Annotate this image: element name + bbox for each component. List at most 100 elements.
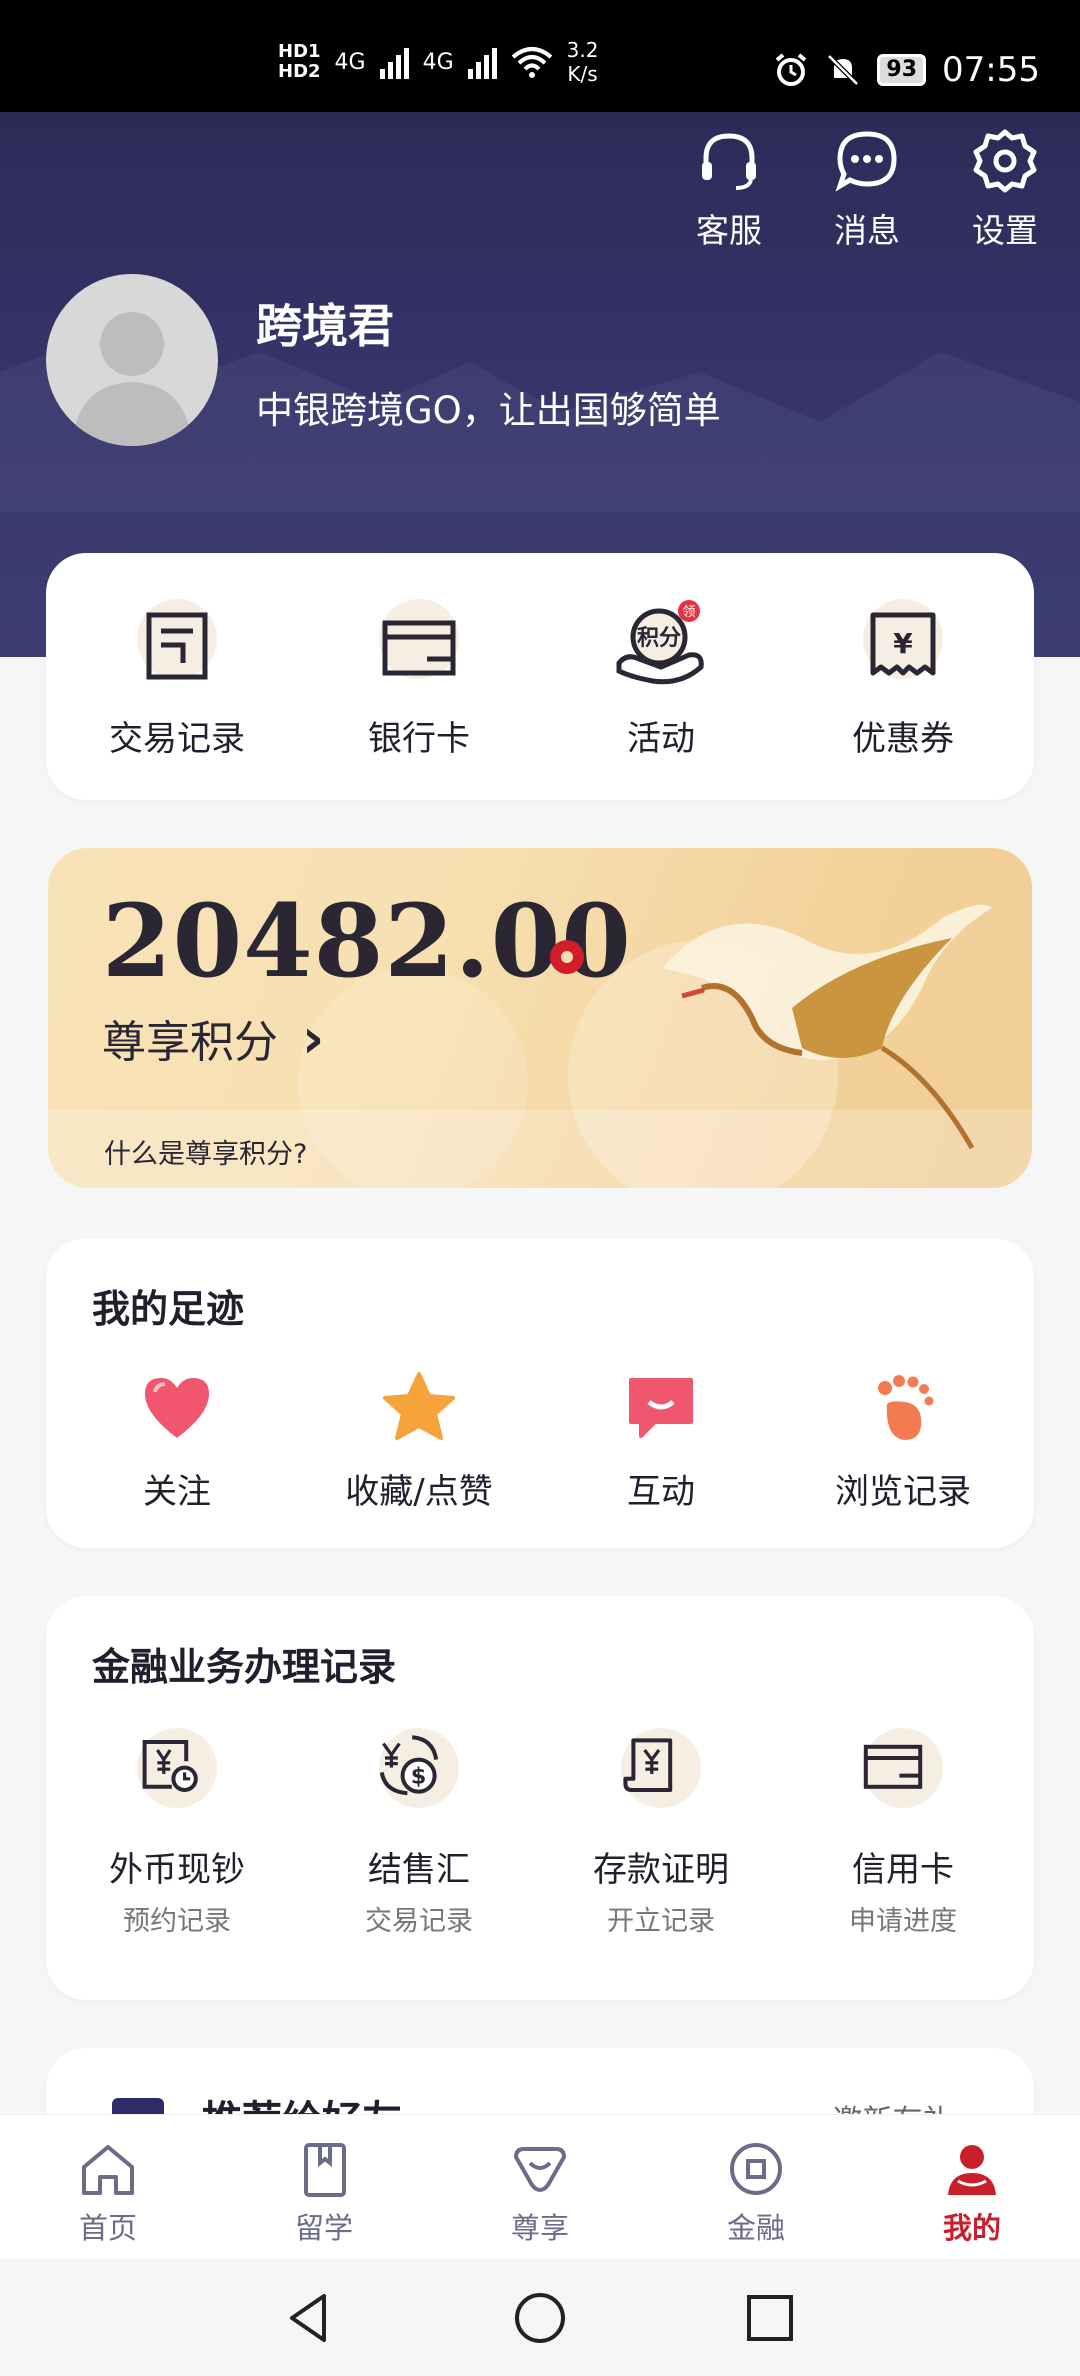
- footprints-card: 我的足迹 关注 收藏/点赞 互动 浏览记录: [46, 1238, 1034, 1548]
- deposit-certificate-entry[interactable]: 存款证明 开立记录: [546, 1726, 776, 1938]
- footprints-row: 关注 收藏/点赞 互动 浏览记录: [46, 1368, 1034, 1513]
- settings-label: 设置: [972, 211, 1038, 250]
- quick-entries-card: 交易记录 银行卡 积分领 活动 ¥ 优惠券: [46, 553, 1034, 800]
- wallet-icon: [369, 597, 469, 697]
- hd1-label: HD1: [278, 41, 321, 62]
- crane-illustration: [662, 904, 992, 1150]
- credit-card-entry[interactable]: 信用卡 申请进度: [788, 1726, 1018, 1938]
- finance-records-card: 金融业务办理记录 外币现钞 预约记录 $ 结售汇 交易记录 存款证明 开立记录: [46, 1596, 1034, 2000]
- username: 跨境君: [256, 299, 394, 353]
- status-right: 93 07:55: [773, 50, 1040, 90]
- home-icon: [82, 2145, 134, 2195]
- transaction-records-label: 交易记录: [109, 719, 245, 759]
- cash-clock-icon: [127, 1726, 227, 1826]
- header-actions: 客服 消息 设置: [680, 126, 1054, 252]
- activity-label: 活动: [627, 719, 695, 759]
- nav-home[interactable]: 首页: [0, 2115, 216, 2258]
- transaction-records-entry[interactable]: 交易记录: [62, 553, 292, 800]
- bank-card-entry[interactable]: 银行卡: [304, 553, 534, 800]
- settings-button[interactable]: 设置: [956, 126, 1054, 252]
- cash-reservation-entry[interactable]: 外币现钞 预约记录: [62, 1726, 292, 1938]
- slogan: 中银跨境GO，让出国够简单: [256, 389, 721, 432]
- customer-service-button[interactable]: 客服: [680, 126, 778, 252]
- nav-home-label: 首页: [78, 2211, 137, 2245]
- crown-icon: [514, 2147, 566, 2192]
- history-label: 浏览记录: [835, 1472, 971, 1512]
- chevron-right-icon: ›: [302, 1006, 325, 1070]
- network-type-2: 4G: [422, 49, 454, 75]
- wifi-icon: [511, 47, 552, 78]
- credit-card-label: 信用卡: [852, 1850, 954, 1890]
- message-icon: [629, 1378, 693, 1438]
- battery-indicator: 93: [877, 54, 927, 86]
- clock: 07:55: [942, 50, 1040, 90]
- system-navigation-bar: [0, 2258, 1080, 2376]
- exchange-entry[interactable]: $ 结售汇 交易记录: [304, 1726, 534, 1938]
- back-icon[interactable]: [280, 2288, 340, 2348]
- signal-icon-2: [467, 45, 497, 79]
- network-type-1: 4G: [334, 49, 366, 75]
- mute-icon: [827, 54, 860, 86]
- deposit-certificate-sub: 开立记录: [607, 1906, 715, 1937]
- exchange-icon: $: [369, 1726, 469, 1826]
- avatar[interactable]: [46, 274, 218, 446]
- coupon-icon: ¥: [853, 597, 953, 697]
- customer-service-label: 客服: [696, 211, 762, 250]
- points-icon: 积分领: [611, 597, 711, 697]
- points-help-link[interactable]: 什么是尊享积分?: [104, 1132, 307, 1171]
- hd2-label: HD2: [278, 61, 321, 82]
- footprints-title: 我的足迹: [92, 1286, 245, 1331]
- coupon-label: 优惠券: [852, 719, 954, 759]
- nav-mine-label: 我的: [942, 2211, 1001, 2245]
- svg-text:$: $: [411, 1764, 427, 1790]
- points-card[interactable]: 20482.00 尊享积分 › 什么是尊享积分?: [48, 848, 1032, 1188]
- follow-label: 关注: [143, 1472, 211, 1512]
- nav-finance-label: 金融: [726, 2211, 785, 2245]
- nav-study-abroad-label: 留学: [294, 2211, 353, 2245]
- network-speed: 3.2 K/s: [567, 38, 599, 86]
- signal-icon: [379, 45, 409, 79]
- deposit-certificate-icon: [611, 1726, 711, 1826]
- chat-icon: [835, 131, 897, 192]
- nav-privilege-label: 尊享: [510, 2211, 569, 2245]
- home-circle-icon[interactable]: [510, 2288, 570, 2348]
- default-avatar-icon: [72, 312, 192, 446]
- finance-title: 金融业务办理记录: [92, 1644, 397, 1689]
- deposit-certificate-label: 存款证明: [593, 1850, 729, 1890]
- finance-row: 外币现钞 预约记录 $ 结售汇 交易记录 存款证明 开立记录 信用卡 申请进度: [46, 1726, 1034, 1938]
- nav-mine[interactable]: 我的: [864, 2115, 1080, 2258]
- user-icon: [948, 2145, 996, 2195]
- speed-unit: K/s: [567, 62, 598, 86]
- hd-indicator: HD1 HD2: [278, 42, 321, 82]
- favorites-entry[interactable]: 收藏/点赞: [304, 1368, 534, 1513]
- bottom-navigation: 首页 留学 尊享 金融 我的: [0, 2114, 1080, 2258]
- activity-badge: 领: [682, 605, 695, 620]
- interaction-entry[interactable]: 互动: [546, 1368, 776, 1513]
- gear-icon: [973, 129, 1037, 193]
- nav-privilege[interactable]: 尊享: [432, 2115, 648, 2258]
- coupon-icon-text: ¥: [893, 627, 913, 660]
- activity-entry[interactable]: 积分领 活动: [546, 553, 776, 800]
- exchange-sub: 交易记录: [365, 1906, 473, 1937]
- history-entry[interactable]: 浏览记录: [788, 1368, 1018, 1513]
- points-icon-text: 积分: [637, 626, 681, 651]
- nav-finance[interactable]: 金融: [648, 2115, 864, 2258]
- credit-card-sub: 申请进度: [849, 1906, 957, 1937]
- follow-entry[interactable]: 关注: [62, 1368, 292, 1513]
- recents-icon[interactable]: [740, 2288, 800, 2348]
- headset-icon: [702, 133, 756, 190]
- points-label-link[interactable]: 尊享积分 ›: [102, 1006, 324, 1070]
- points-coin-icon: [550, 940, 584, 974]
- alarm-icon: [776, 53, 807, 86]
- messages-button[interactable]: 消息: [818, 126, 916, 252]
- speed-value: 3.2: [566, 38, 599, 62]
- coin-icon: [730, 2143, 782, 2195]
- favorites-label: 收藏/点赞: [345, 1472, 493, 1512]
- status-left: HD1 HD2 4G 4G 3.2 K/s: [278, 38, 598, 86]
- messages-label: 消息: [834, 211, 900, 250]
- credit-card-icon: [853, 1726, 953, 1826]
- nav-study-abroad[interactable]: 留学: [216, 2115, 432, 2258]
- coupon-entry[interactable]: ¥ 优惠券: [788, 553, 1018, 800]
- heart-icon: [145, 1378, 209, 1438]
- points-label: 尊享积分: [102, 1017, 278, 1068]
